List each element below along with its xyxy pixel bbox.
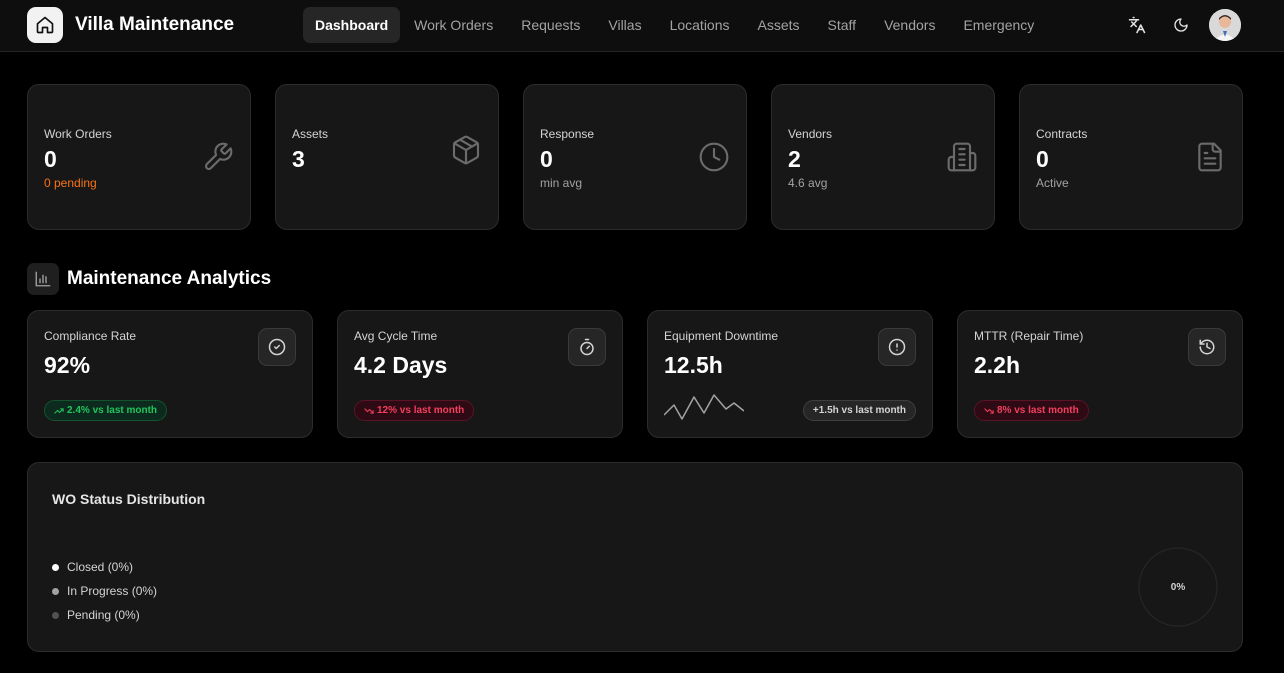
section-title: Maintenance Analytics: [67, 268, 272, 289]
trending-down-icon: [364, 407, 374, 414]
top-bar: Villa Maintenance Dashboard Work Orders …: [0, 0, 1284, 52]
stat-sub: 4.6 avg: [788, 176, 828, 190]
stat-value: 3: [292, 146, 305, 172]
metric-value: 2.2h: [974, 352, 1021, 378]
metric-value: 92%: [44, 352, 91, 378]
metric-card-mttr[interactable]: MTTR (Repair Time) 2.2h 8% vs last month: [957, 310, 1243, 438]
trending-down-icon: [984, 407, 994, 414]
metric-icon-box: [878, 328, 916, 366]
badge-text: +1.5h vs last month: [812, 405, 906, 416]
metric-card-compliance[interactable]: Compliance Rate 92% 2.4% vs last month: [27, 310, 313, 438]
stat-card-contracts[interactable]: Contracts 0 Active: [1019, 84, 1243, 230]
app-title: Villa Maintenance: [75, 14, 235, 35]
document-icon: [1198, 142, 1222, 172]
metric-label: MTTR (Repair Time): [974, 329, 1084, 343]
wo-status-title: WO Status Distribution: [52, 491, 206, 507]
legend-item-in-progress[interactable]: In Progress (0%): [52, 579, 157, 603]
stat-label: Contracts: [1036, 127, 1088, 141]
trend-badge: 8% vs last month: [974, 400, 1089, 421]
theme-toggle-button[interactable]: [1170, 14, 1192, 36]
stat-sub: Active: [1036, 176, 1069, 190]
language-button[interactable]: [1126, 14, 1148, 36]
metric-label: Avg Cycle Time: [354, 329, 438, 343]
stat-sub: min avg: [540, 176, 583, 190]
analytics-section-icon: [27, 263, 59, 295]
nav-dashboard[interactable]: Dashboard: [303, 7, 401, 43]
donut-center-label: 0%: [1170, 581, 1186, 593]
metric-label: Compliance Rate: [44, 329, 137, 343]
metric-icon-box: [258, 328, 296, 366]
stat-label: Assets: [292, 127, 329, 141]
wrench-icon: [204, 142, 233, 171]
metric-value: 12.5h: [664, 352, 723, 378]
metric-label: Equipment Downtime: [664, 329, 779, 343]
avatar[interactable]: [1209, 9, 1241, 41]
translate-icon: [1128, 16, 1146, 34]
trend-badge: 12% vs last month: [354, 400, 475, 421]
legend-dot: [52, 563, 59, 571]
metric-value: 4.2 Days: [354, 352, 448, 378]
check-circle-icon: [268, 338, 286, 356]
home-logo-button[interactable]: [27, 7, 63, 43]
bar-chart-icon: [35, 271, 51, 287]
badge-text: 12% vs last month: [377, 405, 465, 416]
stat-sub: 0 pending: [44, 176, 97, 190]
nav-vendors[interactable]: Vendors: [870, 7, 949, 43]
nav-villas[interactable]: Villas: [594, 7, 655, 43]
stat-value: 0: [44, 146, 57, 172]
nav-emergency[interactable]: Emergency: [949, 7, 1048, 43]
home-icon: [36, 16, 54, 34]
stat-card-response[interactable]: Response 0 min avg: [523, 84, 747, 230]
box-icon: [452, 135, 480, 165]
metric-card-cycle-time[interactable]: Avg Cycle Time 4.2 Days 12% vs last mont…: [337, 310, 623, 438]
nav-locations[interactable]: Locations: [656, 7, 744, 43]
wo-status-legend: Closed (0%) In Progress (0%) Pending (0%…: [52, 555, 157, 627]
alert-circle-icon: [888, 338, 906, 356]
stat-label: Work Orders: [44, 127, 112, 141]
stat-card-vendors[interactable]: Vendors 2 4.6 avg: [771, 84, 995, 230]
trend-badge: +1.5h vs last month: [802, 400, 916, 421]
building-icon: [947, 142, 977, 172]
legend-dot: [52, 611, 59, 619]
stat-label: Response: [540, 127, 595, 141]
clock-icon: [699, 142, 729, 172]
stopwatch-icon: [580, 338, 594, 356]
legend-label: In Progress (0%): [67, 584, 158, 598]
stat-label: Vendors: [788, 127, 833, 141]
metric-icon-box: [1188, 328, 1226, 366]
nav-staff[interactable]: Staff: [814, 7, 871, 43]
badge-text: 8% vs last month: [997, 405, 1079, 416]
metric-card-downtime[interactable]: Equipment Downtime 12.5h +1.5h vs last m…: [647, 310, 933, 438]
stat-card-assets[interactable]: Assets 3: [275, 84, 499, 230]
avatar-image: [1209, 9, 1241, 41]
badge-text: 2.4% vs last month: [67, 405, 158, 416]
main-nav: Dashboard Work Orders Requests Villas Lo…: [303, 7, 1048, 43]
legend-label: Closed (0%): [67, 560, 134, 574]
legend-item-closed[interactable]: Closed (0%): [52, 555, 157, 579]
legend-item-pending[interactable]: Pending (0%): [52, 603, 157, 627]
history-icon: [1199, 339, 1215, 355]
stat-value: 0: [1036, 146, 1049, 172]
nav-work-orders[interactable]: Work Orders: [400, 7, 507, 43]
metric-icon-box: [568, 328, 606, 366]
stat-card-work-orders[interactable]: Work Orders 0 0 pending: [27, 84, 251, 230]
trending-up-icon: [54, 407, 64, 414]
stat-value: 0: [540, 146, 553, 172]
trend-badge: 2.4% vs last month: [44, 400, 168, 421]
legend-dot: [52, 587, 59, 595]
wo-status-card: WO Status Distribution Closed (0%) In Pr…: [27, 462, 1243, 652]
stat-value: 2: [788, 146, 801, 172]
moon-icon: [1174, 18, 1188, 32]
nav-requests[interactable]: Requests: [507, 7, 594, 43]
nav-assets[interactable]: Assets: [744, 7, 814, 43]
legend-label: Pending (0%): [67, 608, 140, 622]
downtime-sparkline: [664, 394, 744, 420]
